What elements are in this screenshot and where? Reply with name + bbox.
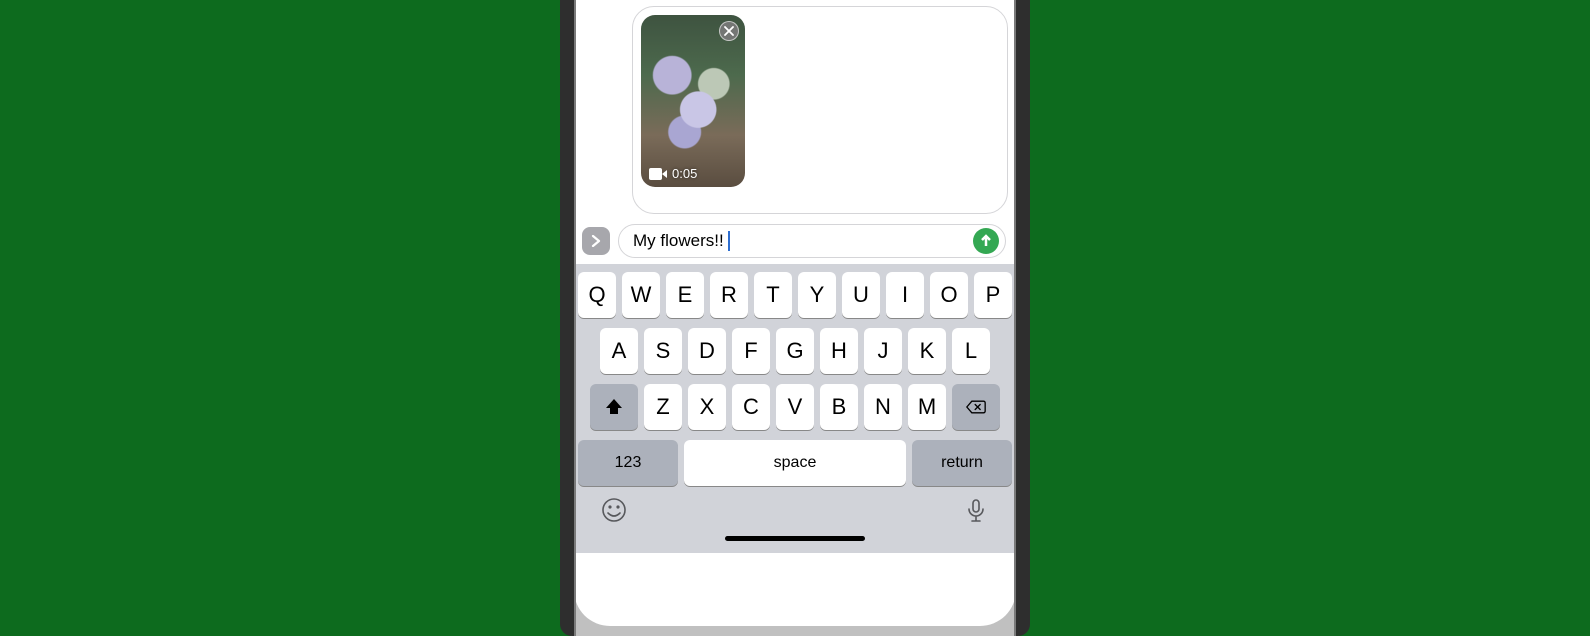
message-input-row: My flowers!! <box>574 218 1016 264</box>
key-m[interactable]: M <box>908 384 946 430</box>
dictation-icon[interactable] <box>962 496 990 524</box>
key-y[interactable]: Y <box>798 272 836 318</box>
key-d[interactable]: D <box>688 328 726 374</box>
key-s[interactable]: S <box>644 328 682 374</box>
key-b[interactable]: B <box>820 384 858 430</box>
key-q[interactable]: Q <box>578 272 616 318</box>
keyboard-bottom-row: 123 space return <box>578 440 1012 486</box>
key-v[interactable]: V <box>776 384 814 430</box>
keyboard-row-2: ASDFGHJKL <box>578 328 1012 374</box>
key-h[interactable]: H <box>820 328 858 374</box>
key-p[interactable]: P <box>974 272 1012 318</box>
key-o[interactable]: O <box>930 272 968 318</box>
phone-frame: 0:05 My flowers!! QWERTYUIOP ASDFGHJKL Z… <box>560 0 1030 636</box>
key-l[interactable]: L <box>952 328 990 374</box>
key-x[interactable]: X <box>688 384 726 430</box>
keyboard: QWERTYUIOP ASDFGHJKL ZXCVBNM 123 space r… <box>574 264 1016 553</box>
key-g[interactable]: G <box>776 328 814 374</box>
video-attachment-thumbnail[interactable]: 0:05 <box>641 15 745 187</box>
attachment-bubble: 0:05 <box>632 6 1008 214</box>
emoji-icon[interactable] <box>600 496 628 524</box>
video-icon <box>649 168 667 180</box>
keyboard-footer <box>578 486 1012 526</box>
compose-area: 0:05 <box>574 0 1016 218</box>
video-meta: 0:05 <box>649 166 697 181</box>
key-c[interactable]: C <box>732 384 770 430</box>
key-t[interactable]: T <box>754 272 792 318</box>
send-button[interactable] <box>973 228 999 254</box>
key-i[interactable]: I <box>886 272 924 318</box>
home-indicator[interactable] <box>725 536 865 541</box>
key-j[interactable]: J <box>864 328 902 374</box>
key-r[interactable]: R <box>710 272 748 318</box>
key-u[interactable]: U <box>842 272 880 318</box>
backspace-key[interactable] <box>952 384 1000 430</box>
shift-key[interactable] <box>590 384 638 430</box>
key-z[interactable]: Z <box>644 384 682 430</box>
key-w[interactable]: W <box>622 272 660 318</box>
key-n[interactable]: N <box>864 384 902 430</box>
keyboard-row-1: QWERTYUIOP <box>578 272 1012 318</box>
key-f[interactable]: F <box>732 328 770 374</box>
space-key[interactable]: space <box>684 440 906 486</box>
numbers-key[interactable]: 123 <box>578 440 678 486</box>
expand-apps-button[interactable] <box>582 227 610 255</box>
message-text-input[interactable]: My flowers!! <box>618 224 1006 258</box>
text-cursor <box>728 231 730 251</box>
key-e[interactable]: E <box>666 272 704 318</box>
screen: 0:05 My flowers!! QWERTYUIOP ASDFGHJKL Z… <box>574 0 1016 626</box>
remove-attachment-button[interactable] <box>719 21 739 41</box>
video-duration: 0:05 <box>672 166 697 181</box>
return-key[interactable]: return <box>912 440 1012 486</box>
message-text-value: My flowers!! <box>633 231 724 251</box>
key-k[interactable]: K <box>908 328 946 374</box>
key-a[interactable]: A <box>600 328 638 374</box>
keyboard-row-3: ZXCVBNM <box>578 384 1012 430</box>
